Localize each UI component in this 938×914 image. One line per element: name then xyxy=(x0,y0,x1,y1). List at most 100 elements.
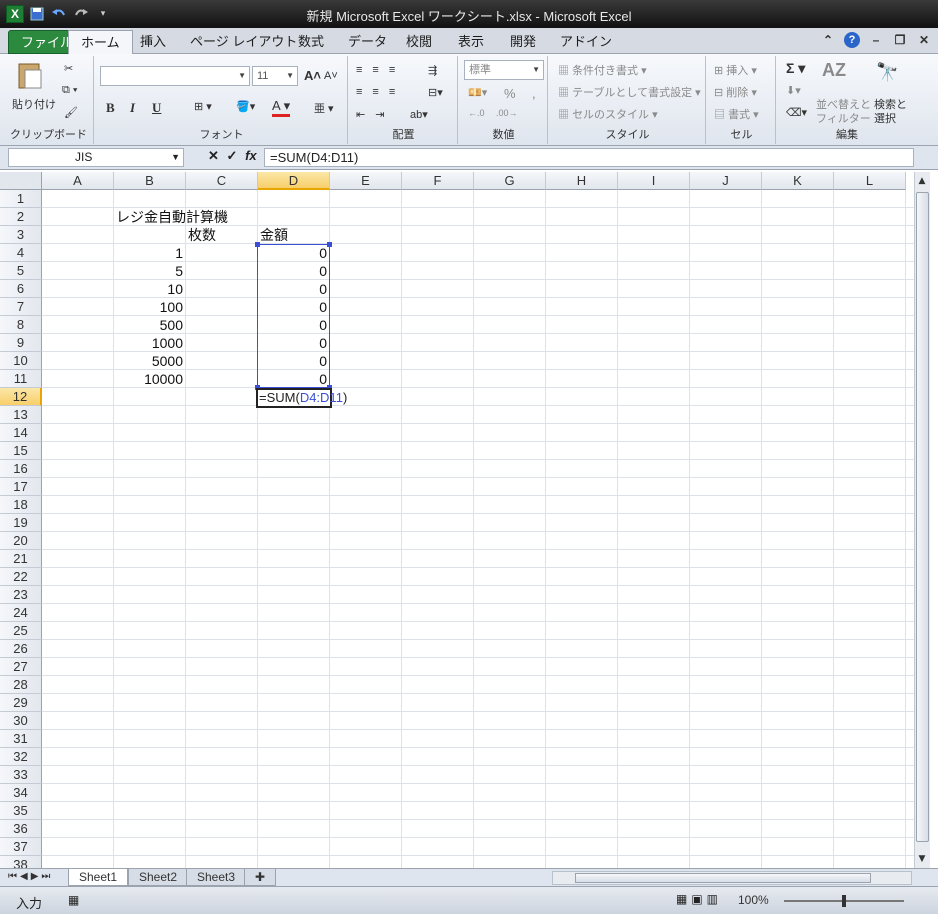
tab-home[interactable]: ホーム xyxy=(68,30,133,55)
row-header[interactable]: 22 xyxy=(0,568,42,586)
cell-b-value[interactable]: 10000 xyxy=(114,370,186,388)
row-header[interactable]: 29 xyxy=(0,694,42,712)
view-mode-icons[interactable]: ▦▣▥ xyxy=(676,892,722,906)
cell-b2-title[interactable]: レジ金自動計算機 xyxy=(116,208,228,226)
increase-decimal-icon[interactable]: ←.0 xyxy=(468,108,485,118)
column-header-j[interactable]: J xyxy=(690,172,762,190)
row-header[interactable]: 14 xyxy=(0,424,42,442)
row-header[interactable]: 38 xyxy=(0,856,42,868)
horizontal-scrollbar[interactable] xyxy=(552,871,912,885)
scroll-up-icon[interactable]: ▲ xyxy=(915,174,929,188)
column-header-k[interactable]: K xyxy=(762,172,834,190)
format-painter-icon[interactable]: 🖌 xyxy=(64,106,78,119)
horizontal-scroll-thumb[interactable] xyxy=(575,873,871,883)
collapse-ribbon-icon[interactable]: ⌃ xyxy=(820,32,836,48)
row-header[interactable]: 25 xyxy=(0,622,42,640)
restore-icon[interactable]: ❐ xyxy=(892,32,908,48)
cancel-icon[interactable]: ✕ xyxy=(208,148,219,163)
help-icon[interactable]: ? xyxy=(844,32,860,48)
row-header[interactable]: 35 xyxy=(0,802,42,820)
range-handle-icon[interactable] xyxy=(255,242,260,247)
sheet-nav-icons[interactable]: ⏮◀▶⏭ xyxy=(8,871,53,882)
row-header[interactable]: 8 xyxy=(0,316,42,334)
row-header[interactable]: 18 xyxy=(0,496,42,514)
paste-button[interactable]: 貼り付け xyxy=(12,96,56,112)
row-header[interactable]: 21 xyxy=(0,550,42,568)
cell-b-value[interactable]: 1 xyxy=(114,244,186,262)
macro-record-icon[interactable]: ▦ xyxy=(68,893,79,907)
orientation-icon[interactable]: ab▾ xyxy=(410,108,428,121)
row-header[interactable]: 24 xyxy=(0,604,42,622)
row-header[interactable]: 27 xyxy=(0,658,42,676)
formula-input[interactable]: =SUM(D4:D11) xyxy=(264,148,914,167)
name-box[interactable]: JIS ▼ xyxy=(8,148,184,167)
row-header[interactable]: 15 xyxy=(0,442,42,460)
delete-cells-button[interactable]: ⊟ 削除 ▾ xyxy=(714,84,757,100)
shrink-font-button[interactable]: A˅ xyxy=(324,70,338,82)
cell-d3-header[interactable]: 金額 xyxy=(260,226,288,244)
font-color-button[interactable]: A ▾ xyxy=(272,98,291,117)
borders-icon[interactable]: ⊞ ▾ xyxy=(194,100,212,113)
row-header[interactable]: 32 xyxy=(0,748,42,766)
row-header[interactable]: 10 xyxy=(0,352,42,370)
close-icon[interactable]: ✕ xyxy=(916,32,932,48)
conditional-format-button[interactable]: ▦ 条件付き書式 ▾ xyxy=(558,62,647,78)
paste-icon[interactable] xyxy=(16,60,44,93)
row-header[interactable]: 16 xyxy=(0,460,42,478)
bold-button[interactable]: B xyxy=(106,100,115,116)
phonetic-icon[interactable]: 亜 ▾ xyxy=(314,100,334,116)
row-header[interactable]: 2 xyxy=(0,208,42,226)
sheet-tab-3[interactable]: Sheet3 xyxy=(186,869,247,886)
tab-insert[interactable]: 挿入 xyxy=(128,30,178,54)
italic-button[interactable]: I xyxy=(130,100,135,116)
format-as-table-button[interactable]: ▦ テーブルとして書式設定 ▾ xyxy=(558,84,701,100)
row-header[interactable]: 19 xyxy=(0,514,42,532)
grow-font-button[interactable]: A˄ xyxy=(304,68,321,83)
column-header-e[interactable]: E xyxy=(330,172,402,190)
row-header[interactable]: 4 xyxy=(0,244,42,262)
merge-center-icon[interactable]: ⊟▾ xyxy=(428,86,443,99)
row-header[interactable]: 33 xyxy=(0,766,42,784)
row-header[interactable]: 1 xyxy=(0,190,42,208)
row-header[interactable]: 28 xyxy=(0,676,42,694)
column-header-l[interactable]: L xyxy=(834,172,906,190)
wrap-text-icon[interactable]: ⇶ xyxy=(428,64,437,77)
insert-cells-button[interactable]: ⊞ 挿入 ▾ xyxy=(714,62,757,78)
row-header[interactable]: 3 xyxy=(0,226,42,244)
comma-button[interactable]: , xyxy=(532,86,536,101)
cell-styles-button[interactable]: ▦ セルのスタイル ▾ xyxy=(558,106,658,122)
row-header[interactable]: 17 xyxy=(0,478,42,496)
row-header[interactable]: 26 xyxy=(0,640,42,658)
row-header[interactable]: 20 xyxy=(0,532,42,550)
column-header-g[interactable]: G xyxy=(474,172,546,190)
row-header[interactable]: 23 xyxy=(0,586,42,604)
tab-view[interactable]: 表示 xyxy=(446,30,496,54)
row-header[interactable]: 36 xyxy=(0,820,42,838)
number-format-combo[interactable]: 標準 ▼ xyxy=(464,60,544,80)
format-cells-button[interactable]: ▤ 書式 ▾ xyxy=(714,106,759,122)
vertical-scroll-thumb[interactable] xyxy=(916,192,929,842)
insert-sheet-icon[interactable]: ✚ xyxy=(244,869,277,886)
insert-function-icon[interactable]: fx xyxy=(245,148,257,163)
column-header-f[interactable]: F xyxy=(402,172,474,190)
tab-addins[interactable]: アドイン xyxy=(548,30,624,54)
row-header[interactable]: 13 xyxy=(0,406,42,424)
clear-icon[interactable]: ⌫▾ xyxy=(786,106,807,119)
tab-data[interactable]: データ xyxy=(336,30,399,54)
cell-d12-editor[interactable]: =SUM(D4:D11) xyxy=(256,388,347,408)
currency-icon[interactable]: 💴▾ xyxy=(468,86,487,99)
zoom-slider[interactable] xyxy=(784,895,904,907)
minimize-icon[interactable]: – xyxy=(868,32,884,48)
column-header-a[interactable]: A xyxy=(42,172,114,190)
column-header-d[interactable]: D xyxy=(258,172,330,190)
enter-icon[interactable]: ✓ xyxy=(227,148,238,163)
fill-icon[interactable]: ⬇▾ xyxy=(786,84,801,97)
sheet-tab-2[interactable]: Sheet2 xyxy=(128,869,189,886)
select-all-corner[interactable] xyxy=(0,172,42,190)
autosum-button[interactable]: Σ ▾ xyxy=(786,60,805,77)
sheet-tab-1[interactable]: Sheet1 xyxy=(68,869,129,886)
indent-icons[interactable]: ⇤⇥ xyxy=(356,108,394,121)
row-header[interactable]: 12 xyxy=(0,388,42,406)
column-header-b[interactable]: B xyxy=(114,172,186,190)
percent-button[interactable]: % xyxy=(504,86,516,101)
